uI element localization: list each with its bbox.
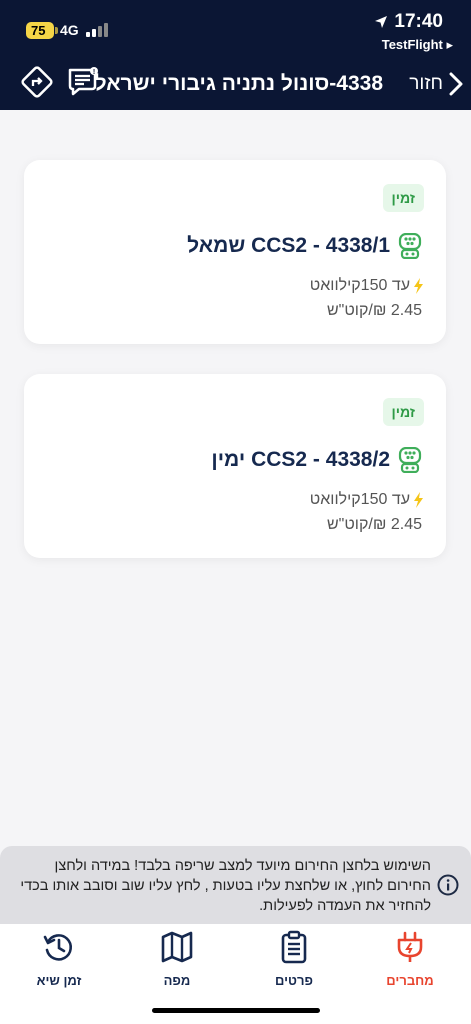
notice-text: השימוש בלחצן החירום מיועד למצב שריפה בלב…: [20, 858, 431, 914]
svg-text:!: !: [93, 69, 95, 76]
info-icon: [437, 874, 459, 896]
tab-label: פרטים: [275, 973, 313, 988]
navigate-directions-icon[interactable]: [20, 65, 54, 99]
tab-label: זמן שיא: [36, 973, 82, 988]
page-title: 4338-סונול נתניה גיבורי ישראל: [94, 72, 383, 95]
connector-card[interactable]: זמין 4338/2 - CCS2 ימין עד 150קילוואט 2.…: [24, 374, 446, 558]
report-chat-icon[interactable]: !: [66, 65, 100, 99]
status-badge: זמין: [382, 184, 424, 212]
status-badge: זמין: [382, 398, 424, 426]
clock: 17:40: [394, 11, 443, 32]
battery-indicator: 75: [26, 22, 58, 39]
back-button[interactable]: חזור: [409, 68, 463, 100]
price-per-kwh: 2.45 ₪/קוט"ש: [326, 516, 422, 533]
plug-icon: [397, 931, 423, 962]
connector-title: 4338/2 - CCS2 ימין: [211, 448, 390, 471]
tab-label: מפה: [163, 973, 191, 988]
signal-icon: [86, 23, 108, 37]
ccs2-plug-icon: [398, 233, 422, 259]
tab-label: מחברים: [386, 973, 434, 988]
nav-bar: חזור 4338-סונול נתניה גיבורי ישראל !: [0, 60, 471, 110]
ccs2-plug-icon: [398, 447, 422, 473]
map-icon: [161, 931, 193, 963]
network-label: 4G: [60, 22, 79, 38]
lightning-bolt-icon: [414, 492, 423, 508]
back-to-testflight-link[interactable]: TestFlight ▸: [382, 37, 453, 53]
home-indicator: [152, 1008, 320, 1013]
lightning-bolt-icon: [414, 278, 423, 294]
price-per-kwh: 2.45 ₪/קוט"ש: [326, 302, 422, 319]
emergency-notice: השימוש בלחצן החירום מיועד למצב שריפה בלב…: [0, 846, 471, 924]
chevron-right-icon: [449, 72, 463, 96]
tab-map[interactable]: מפה: [137, 930, 217, 990]
tab-peak-time[interactable]: זמן שיא: [19, 930, 99, 990]
connector-card[interactable]: זמין 4338/1 - CCS2 שמאל עד 150קילוואט 2.…: [24, 160, 446, 344]
tab-details[interactable]: פרטים: [254, 930, 334, 990]
clock-history-icon: [43, 934, 72, 961]
clipboard-icon: [281, 930, 307, 964]
status-bar: 75 4G 17:40 TestFlight ▸: [0, 0, 471, 60]
back-label: חזור: [409, 73, 443, 94]
connector-title: 4338/1 - CCS2 שמאל: [187, 234, 390, 257]
max-power: עד 150קילוואט: [309, 277, 410, 294]
max-power: עד 150קילוואט: [309, 491, 410, 508]
tab-connectors[interactable]: מחברים: [370, 930, 450, 990]
app-header: 75 4G 17:40 TestFlight ▸ חזור 4338-סונול…: [0, 0, 471, 110]
location-arrow-icon: [375, 16, 388, 28]
